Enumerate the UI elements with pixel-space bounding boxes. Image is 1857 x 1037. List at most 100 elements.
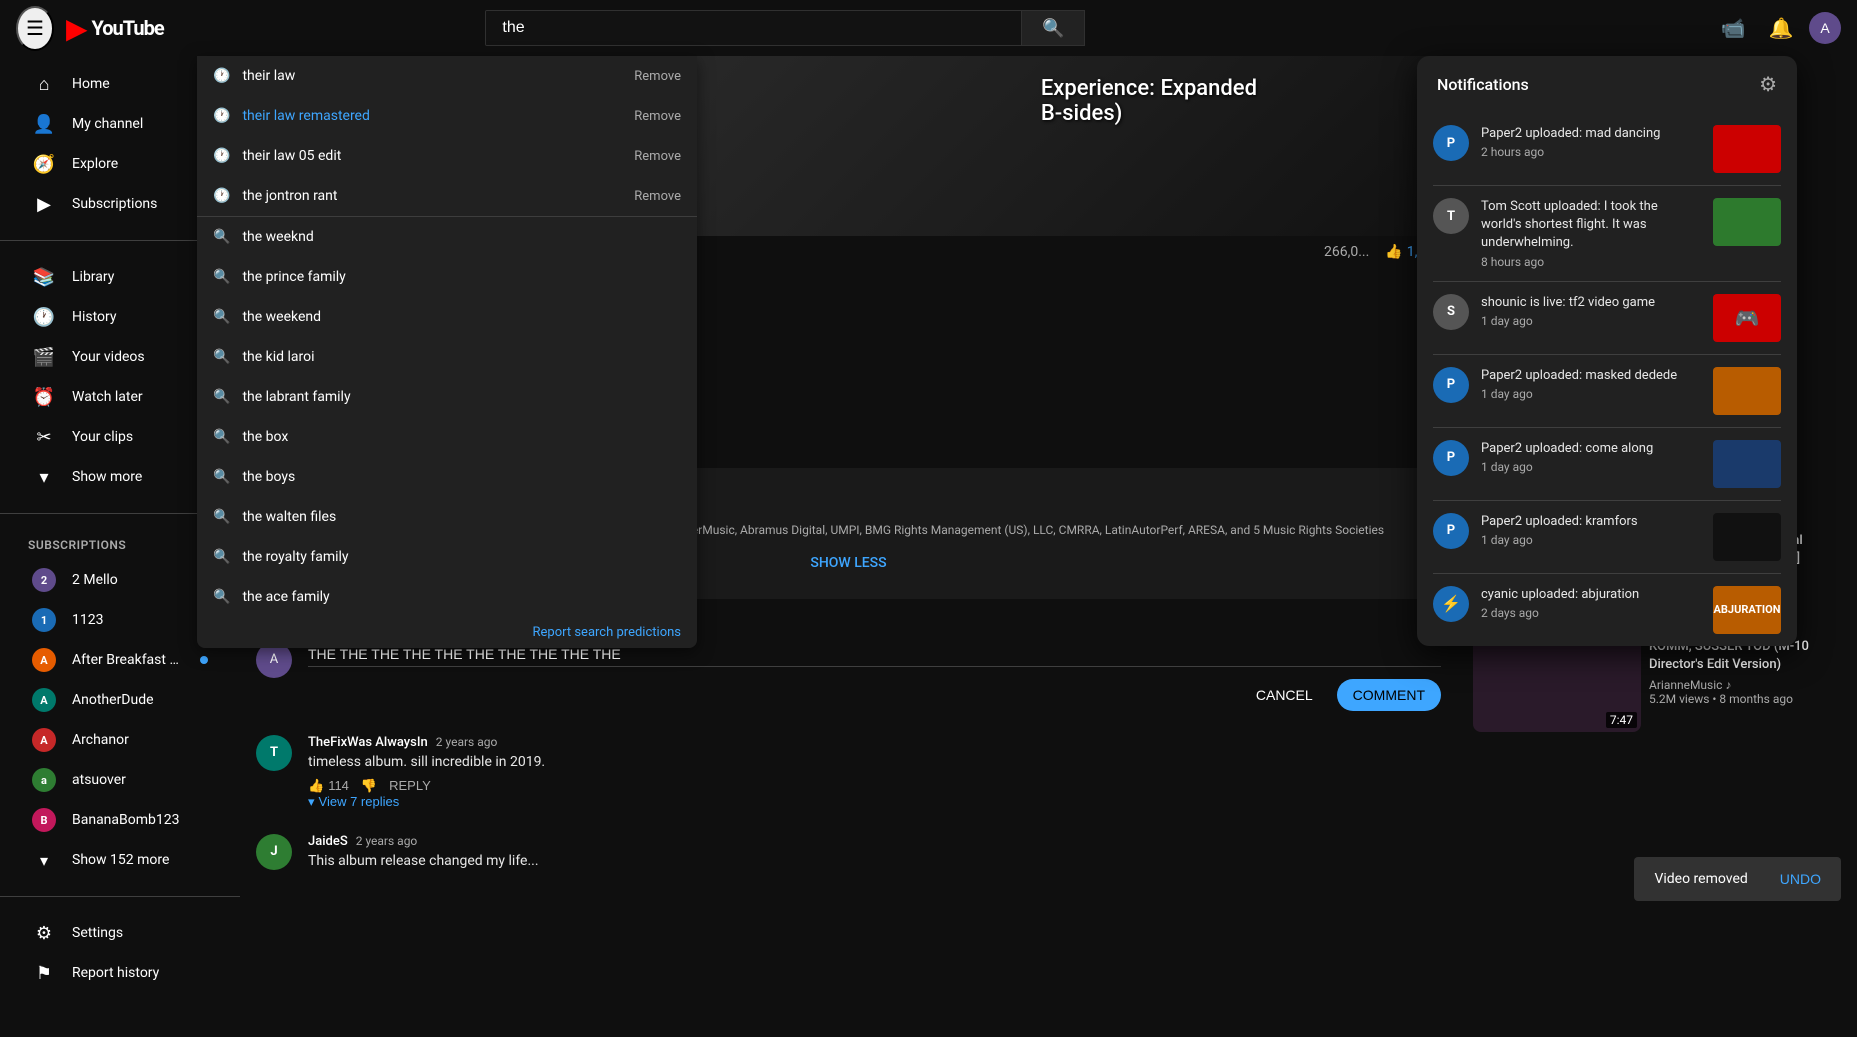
comment-text: This album release changed my life... xyxy=(308,853,1441,869)
report-search-predictions[interactable]: Report search predictions xyxy=(197,617,697,648)
suggestion-jontron-rant[interactable]: 🕐 the jontron rant Remove xyxy=(197,176,697,216)
sidebar-item-anotherdude[interactable]: A AnotherDude xyxy=(8,680,232,720)
like-comment-button[interactable]: 👍 114 xyxy=(308,778,349,794)
search-icon-plain: 🔍 xyxy=(213,429,230,445)
suggestion-left: 🔍 the weekend xyxy=(213,309,321,325)
youtube-text: YouTube xyxy=(91,16,163,40)
notif-time: 1 day ago xyxy=(1481,533,1701,547)
submit-comment-button[interactable]: COMMENT xyxy=(1337,679,1441,711)
remove-button-1[interactable]: Remove xyxy=(634,109,681,124)
notification-item-come-along[interactable]: P Paper2 uploaded: come along 1 day ago xyxy=(1417,428,1797,500)
suggestion-the-weekend[interactable]: 🔍 the weekend xyxy=(197,297,697,337)
suggestion-walten-files[interactable]: 🔍 the walten files xyxy=(197,497,697,537)
notifications-settings-button[interactable]: ⚙ xyxy=(1759,72,1777,97)
suggestion-kid-laroi[interactable]: 🔍 the kid laroi xyxy=(197,337,697,377)
search-input[interactable] xyxy=(486,11,1021,45)
search-icon-plain: 🔍 xyxy=(213,509,230,525)
suggestion-ace-family[interactable]: 🔍 the ace family xyxy=(197,577,697,617)
undo-button[interactable]: UNDO xyxy=(1780,871,1821,887)
search-icon-plain: 🔍 xyxy=(213,549,230,565)
suggestion-their-law[interactable]: 🕐 their law Remove xyxy=(197,56,697,96)
search-icon-plain: 🔍 xyxy=(213,349,230,365)
suggestion-the-box[interactable]: 🔍 the box xyxy=(197,417,697,457)
sidebar-item-archanor[interactable]: A Archanor xyxy=(8,720,232,760)
suggestion-labrant-family[interactable]: 🔍 the labrant family xyxy=(197,377,697,417)
remove-button-2[interactable]: Remove xyxy=(634,149,681,164)
suggestion-their-law-05[interactable]: 🕐 their law 05 edit Remove xyxy=(197,136,697,176)
home-icon: ⌂ xyxy=(32,74,56,95)
video-removed-toast: Video removed UNDO xyxy=(1634,857,1841,901)
cancel-comment-button[interactable]: CANCEL xyxy=(1240,679,1329,711)
suggestion-the-boys[interactable]: 🔍 the boys xyxy=(197,457,697,497)
view-replies-label: View 7 replies xyxy=(319,794,400,809)
video-camera-button[interactable]: 📹 xyxy=(1713,8,1753,48)
search-button[interactable]: 🔍 xyxy=(1021,11,1084,45)
sidebar-item-show-152-more[interactable]: ▾ Show 152 more xyxy=(8,840,232,880)
remove-button-3[interactable]: Remove xyxy=(634,189,681,204)
sidebar-label-your-clips: Your clips xyxy=(72,429,133,445)
notification-button[interactable]: 🔔 xyxy=(1761,8,1801,48)
suggestion-left: 🔍 the ace family xyxy=(213,589,330,605)
notification-item-tom-scott[interactable]: T Tom Scott uploaded: I took the world's… xyxy=(1417,186,1797,281)
notification-item-abjuration[interactable]: ⚡ cyanic uploaded: abjuration 2 days ago… xyxy=(1417,574,1797,646)
search-history-icon: 🕐 xyxy=(213,108,230,124)
suggestion-left: 🕐 their law xyxy=(213,68,295,84)
search-icon-plain: 🔍 xyxy=(213,309,230,325)
rec-info: KOMM, SUSSER TOD (M-10 Director's Edit V… xyxy=(1649,638,1841,732)
rec-thumbnail-komm: 7:47 xyxy=(1473,638,1641,732)
rec-meta: 5.2M views • 8 months ago xyxy=(1649,692,1841,706)
notif-avatar: ⚡ xyxy=(1433,586,1469,622)
notification-item-shounic[interactable]: S shounic is live: tf2 video game 1 day … xyxy=(1417,282,1797,354)
search-history-icon: 🕐 xyxy=(213,188,230,204)
sidebar-label-settings: Settings xyxy=(72,925,123,941)
comment-input-row: A CANCEL COMMENT xyxy=(256,642,1441,711)
comment-body: JaideS 2 years ago This album release ch… xyxy=(308,834,1441,877)
notif-avatar: T xyxy=(1433,198,1469,234)
like-count: 114 xyxy=(328,778,349,793)
notif-title: Paper2 uploaded: masked dedede xyxy=(1481,367,1701,385)
notification-item-mad-dancing[interactable]: P Paper2 uploaded: mad dancing 2 hours a… xyxy=(1417,113,1797,185)
dislike-comment-button[interactable]: 👎 xyxy=(361,778,377,794)
sub-label-show-152-more: Show 152 more xyxy=(72,852,169,868)
youtube-logo[interactable]: ▶ YouTube xyxy=(66,12,164,45)
suggestion-text: the prince family xyxy=(242,269,345,285)
search-dropdown: 🕐 their law Remove 🕐 their law remastere… xyxy=(197,56,697,648)
notif-title: Paper2 uploaded: mad dancing xyxy=(1481,125,1701,143)
notification-item-kramfors[interactable]: P Paper2 uploaded: kramfors 1 day ago xyxy=(1417,501,1797,573)
sub-label-after-breakfast: After Breakfast with... xyxy=(72,652,184,668)
thumbs-down-icon: 👎 xyxy=(361,778,377,794)
search-icon-plain: 🔍 xyxy=(213,469,230,485)
notif-content: shounic is live: tf2 video game 1 day ag… xyxy=(1481,294,1701,328)
reply-button[interactable]: REPLY xyxy=(389,778,431,793)
remove-button-0[interactable]: Remove xyxy=(634,69,681,84)
settings-icon: ⚙ xyxy=(32,923,56,944)
notif-avatar: S xyxy=(1433,294,1469,330)
notif-thumbnail: ABJURATION xyxy=(1713,586,1781,634)
search-icon-plain: 🔍 xyxy=(213,389,230,405)
sidebar-item-atsuover[interactable]: a atsuover xyxy=(8,760,232,800)
comment-time: 2 years ago xyxy=(356,834,418,848)
sidebar-label-home: Home xyxy=(72,76,110,92)
suggestion-the-weeknd[interactable]: 🔍 the weeknd xyxy=(197,217,697,257)
suggestion-royalty-family[interactable]: 🔍 the royalty family xyxy=(197,537,697,577)
suggestion-their-law-remastered[interactable]: 🕐 their law remastered Remove xyxy=(197,96,697,136)
menu-button[interactable]: ☰ xyxy=(16,6,54,51)
commenter-avatar: T xyxy=(256,735,292,771)
account-avatar[interactable]: A xyxy=(1809,12,1841,44)
list-item[interactable]: 7:47 KOMM, SUSSER TOD (M-10 Director's E… xyxy=(1473,638,1841,732)
sidebar-item-bananabomb[interactable]: B BananaBomb123 xyxy=(8,800,232,840)
notif-time: 1 day ago xyxy=(1481,387,1701,401)
view-replies-button[interactable]: ▾ View 7 replies xyxy=(308,794,399,810)
notification-item-masked-dedede[interactable]: P Paper2 uploaded: masked dedede 1 day a… xyxy=(1417,355,1797,427)
notif-content: Paper2 uploaded: come along 1 day ago xyxy=(1481,440,1701,474)
sub-avatar-after-breakfast: A xyxy=(32,648,56,672)
notif-title: Paper2 uploaded: kramfors xyxy=(1481,513,1701,531)
history-icon: 🕐 xyxy=(32,307,56,328)
suggestion-prince-family[interactable]: 🔍 the prince family xyxy=(197,257,697,297)
notif-thumbnail xyxy=(1713,125,1781,173)
table-row: J JaideS 2 years ago This album release … xyxy=(256,834,1441,877)
sidebar-item-report-history[interactable]: ⚑ Report history xyxy=(8,953,232,981)
sidebar-item-settings[interactable]: ⚙ Settings xyxy=(8,913,232,953)
search-area: 🔍 xyxy=(485,10,1085,46)
suggestion-left: 🔍 the boys xyxy=(213,469,295,485)
